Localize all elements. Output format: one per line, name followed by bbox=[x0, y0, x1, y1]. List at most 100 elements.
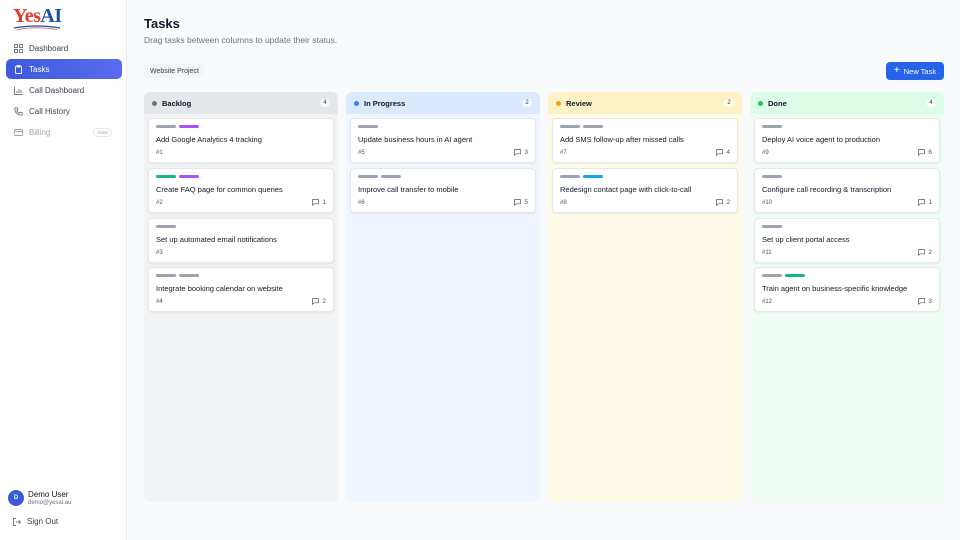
card-id: #6 bbox=[358, 200, 365, 206]
comment-icon bbox=[918, 149, 926, 156]
tag-bar bbox=[762, 225, 782, 228]
task-card[interactable]: Update business hours in AI agent #5 3 bbox=[350, 118, 536, 163]
tag-bar bbox=[560, 175, 580, 178]
card-tags bbox=[560, 125, 606, 128]
dashboard-grid-icon bbox=[14, 43, 23, 53]
comment-icon bbox=[918, 199, 926, 206]
logo-swoosh-icon bbox=[13, 25, 61, 30]
task-card[interactable]: Create FAQ page for common queries #2 1 bbox=[148, 168, 334, 213]
sign-out-button[interactable]: Sign Out bbox=[13, 517, 58, 526]
column-header: Done 4 bbox=[750, 92, 944, 114]
user-profile[interactable]: D Demo User demo@yesai.au bbox=[8, 490, 71, 506]
new-task-button[interactable]: + New Task bbox=[886, 62, 944, 80]
clipboard-icon bbox=[14, 64, 23, 74]
sidebar-item-label: Tasks bbox=[29, 64, 50, 74]
new-task-label: New Task bbox=[903, 66, 937, 76]
tag-bar bbox=[179, 125, 199, 128]
sidebar-item-label: Call History bbox=[29, 106, 70, 116]
sidebar-item-call-history[interactable]: Call History bbox=[6, 101, 122, 121]
task-card[interactable]: Set up client portal access #11 2 bbox=[754, 218, 940, 263]
status-dot bbox=[354, 100, 359, 106]
comment-count-value: 2 bbox=[322, 298, 326, 305]
user-email: demo@yesai.au bbox=[28, 500, 72, 506]
comment-icon bbox=[918, 298, 926, 305]
sidebar-item-billing[interactable]: Billing Soon bbox=[6, 122, 122, 142]
comment-icon bbox=[716, 149, 724, 156]
page-title: Tasks bbox=[144, 16, 180, 31]
logo-part-1: Yes bbox=[13, 5, 41, 27]
task-card[interactable]: Configure call recording & transcription… bbox=[754, 168, 940, 213]
credit-card-icon bbox=[14, 128, 23, 137]
comment-count: 2 bbox=[312, 298, 326, 305]
task-card[interactable]: Train agent on business-specific knowled… bbox=[754, 267, 940, 312]
card-title: Add Google Analytics 4 tracking bbox=[156, 135, 262, 144]
tag-bar bbox=[583, 125, 603, 128]
card-tags bbox=[358, 125, 381, 128]
column-header: Backlog 4 bbox=[144, 92, 338, 114]
column-header: Review 2 bbox=[548, 92, 742, 114]
comment-icon bbox=[514, 199, 522, 206]
yesai-logo[interactable]: YesAI bbox=[13, 5, 62, 30]
comment-count: 1 bbox=[312, 199, 326, 206]
tag-bar bbox=[762, 175, 782, 178]
card-title: Update business hours in AI agent bbox=[358, 135, 473, 144]
column-done[interactable]: Done 4 Deploy AI voice agent to production… bbox=[750, 92, 944, 502]
sidebar-item-dashboard[interactable]: Dashboard bbox=[6, 38, 122, 58]
card-tags bbox=[358, 175, 404, 178]
column-title: Review bbox=[566, 98, 592, 108]
task-card[interactable]: Add SMS follow-up after missed calls #7 4 bbox=[552, 118, 738, 163]
comment-count: 3 bbox=[514, 149, 528, 156]
comment-count-value: 1 bbox=[928, 199, 932, 206]
comment-count: 3 bbox=[918, 298, 932, 305]
column-backlog[interactable]: Backlog 4 Add Google Analytics 4 tracking #… bbox=[144, 92, 338, 502]
card-tags bbox=[762, 274, 808, 277]
sidebar-item-label: Call Dashboard bbox=[29, 85, 85, 95]
card-tags bbox=[156, 175, 202, 178]
column-title: Backlog bbox=[162, 98, 192, 108]
comment-count: 5 bbox=[514, 199, 528, 206]
column-review[interactable]: Review 2 Add SMS follow-up after missed ca… bbox=[548, 92, 742, 502]
card-id: #2 bbox=[156, 200, 163, 206]
card-title: Redesign contact page with click-to-call bbox=[560, 185, 692, 194]
tag-bar bbox=[156, 125, 176, 128]
column-count-badge: 2 bbox=[724, 99, 734, 107]
task-card[interactable]: Integrate booking calendar on website #4 2 bbox=[148, 267, 334, 312]
column-header: In Progress 2 bbox=[346, 92, 540, 114]
sidebar-item-call-dashboard[interactable]: Call Dashboard bbox=[6, 80, 122, 100]
card-title: Train agent on business-specific knowled… bbox=[762, 284, 908, 293]
project-selector[interactable]: Website Project bbox=[144, 64, 205, 78]
comment-count-value: 6 bbox=[928, 149, 932, 156]
card-title: Create FAQ page for common queries bbox=[156, 185, 283, 194]
sign-out-label: Sign Out bbox=[27, 517, 59, 526]
comment-count: 1 bbox=[918, 199, 932, 206]
comment-icon bbox=[716, 199, 724, 206]
column-title: Done bbox=[768, 98, 787, 108]
task-card[interactable]: Set up automated email notifications #3 bbox=[148, 218, 334, 263]
sidebar-item-tasks[interactable]: Tasks bbox=[6, 59, 122, 79]
task-card[interactable]: Redesign contact page with click-to-call… bbox=[552, 168, 738, 213]
column-in-progress[interactable]: In Progress 2 Update business hours in AI … bbox=[346, 92, 540, 502]
card-id: #7 bbox=[560, 150, 567, 156]
soon-badge: Soon bbox=[93, 127, 112, 137]
card-title: Improve call transfer to mobile bbox=[358, 185, 459, 194]
sidebar: YesAI Dashboard Tasks Call Dashboard Cal… bbox=[0, 0, 127, 540]
logo-part-2: AI bbox=[40, 5, 62, 27]
column-count-badge: 4 bbox=[320, 99, 330, 107]
status-dot bbox=[152, 100, 157, 106]
card-title: Set up client portal access bbox=[762, 235, 850, 244]
tag-bar bbox=[156, 175, 176, 178]
card-tags bbox=[156, 125, 202, 128]
task-card[interactable]: Deploy AI voice agent to production #9 6 bbox=[754, 118, 940, 163]
task-card[interactable]: Add Google Analytics 4 tracking #1 bbox=[148, 118, 334, 163]
tag-bar bbox=[156, 225, 176, 228]
avatar: D bbox=[8, 490, 24, 506]
comment-icon bbox=[514, 149, 522, 156]
column-count-badge: 4 bbox=[926, 99, 936, 107]
user-name: Demo User bbox=[28, 490, 69, 499]
comment-count-value: 4 bbox=[726, 149, 730, 156]
card-title: Set up automated email notifications bbox=[156, 235, 277, 244]
card-id: #3 bbox=[156, 250, 163, 256]
comment-count: 2 bbox=[716, 199, 730, 206]
task-card[interactable]: Improve call transfer to mobile #6 5 bbox=[350, 168, 536, 213]
comment-count: 6 bbox=[918, 149, 932, 156]
